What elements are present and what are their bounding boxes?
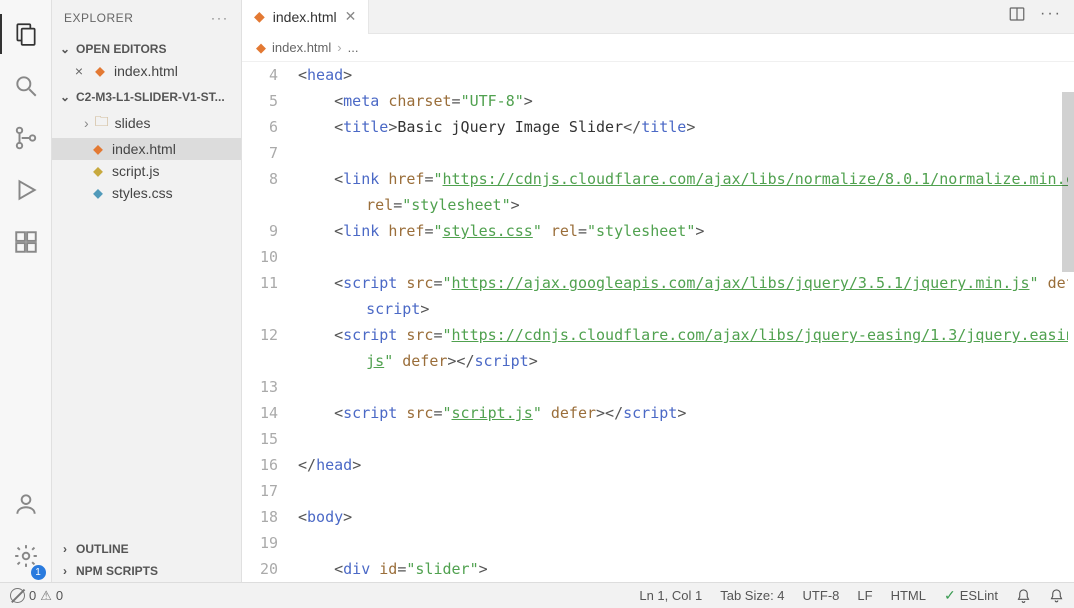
- file-item[interactable]: ◆ styles.css: [52, 182, 241, 204]
- chevron-down-icon: ⌄: [58, 42, 72, 56]
- status-warnings-count: 0: [56, 588, 63, 603]
- folder-name: slides: [115, 115, 151, 131]
- status-errors-count: 0: [29, 588, 36, 603]
- search-icon[interactable]: [0, 60, 52, 112]
- open-editors-label: OPEN EDITORS: [76, 42, 166, 56]
- status-language[interactable]: HTML: [891, 588, 926, 603]
- main-area: 1 EXPLORER ··· ⌄ OPEN EDITORS × ◆ index.ht…: [0, 0, 1074, 582]
- open-editors-section: ⌄ OPEN EDITORS × ◆ index.html: [52, 36, 241, 84]
- npm-scripts-label: NPM SCRIPTS: [76, 564, 158, 578]
- breadcrumb-symbol: ...: [348, 40, 359, 55]
- chevron-down-icon: ⌄: [58, 90, 72, 104]
- outline-label: OUTLINE: [76, 542, 129, 556]
- chevron-right-icon: ›: [84, 115, 89, 131]
- html-file-icon: ◆: [254, 8, 265, 25]
- npm-scripts-header[interactable]: › NPM SCRIPTS: [52, 560, 241, 582]
- folder-label: C2-M3-L1-SLIDER-V1-ST...: [76, 90, 225, 104]
- folder-item[interactable]: › 🗀 slides: [52, 108, 241, 138]
- status-eslint[interactable]: ✓ESLint: [944, 587, 998, 604]
- tab-row: ◆ index.html ✕ ···: [242, 0, 1074, 34]
- breadcrumb-separator: ›: [337, 40, 341, 55]
- file-name: index.html: [114, 63, 178, 79]
- file-icon: ◆: [90, 142, 106, 156]
- sidebar-more-icon[interactable]: ···: [211, 11, 229, 25]
- file-name: styles.css: [112, 185, 173, 201]
- file-icon: ◆: [90, 164, 106, 178]
- outline-header[interactable]: › OUTLINE: [52, 538, 241, 560]
- file-name: index.html: [112, 141, 176, 157]
- html-file-icon: ◆: [92, 64, 108, 78]
- file-icon: ◆: [90, 186, 106, 200]
- status-eol[interactable]: LF: [857, 588, 872, 603]
- folder-header[interactable]: ⌄ C2-M3-L1-SLIDER-V1-ST...: [52, 86, 241, 108]
- status-cursor[interactable]: Ln 1, Col 1: [639, 588, 702, 603]
- extensions-icon[interactable]: [0, 216, 52, 268]
- explorer-sidebar: EXPLORER ··· ⌄ OPEN EDITORS × ◆ index.html…: [52, 0, 242, 582]
- code-content[interactable]: <head> <meta charset="UTF-8"> <title>Bas…: [298, 62, 1074, 582]
- run-debug-icon[interactable]: [0, 164, 52, 216]
- tab-label: index.html: [273, 9, 337, 25]
- close-icon[interactable]: ✕: [345, 8, 357, 25]
- breadcrumb-file: index.html: [272, 40, 331, 55]
- line-gutter: 4567891011121314151617181920: [242, 62, 298, 582]
- settings-badge: 1: [31, 565, 46, 580]
- scrollbar-track[interactable]: [1062, 62, 1074, 582]
- open-editors-header[interactable]: ⌄ OPEN EDITORS: [52, 38, 241, 60]
- folder-section: ⌄ C2-M3-L1-SLIDER-V1-ST... › 🗀 slides ◆ inde…: [52, 84, 241, 206]
- status-encoding[interactable]: UTF-8: [803, 588, 840, 603]
- close-icon[interactable]: ×: [72, 63, 86, 79]
- status-bell-icon[interactable]: [1049, 588, 1064, 603]
- status-bar: 0 ⚠ 0 Ln 1, Col 1 Tab Size: 4 UTF-8 LF H…: [0, 582, 1074, 608]
- folder-icon: 🗀: [95, 111, 109, 135]
- status-tab-size[interactable]: Tab Size: 4: [720, 588, 784, 603]
- explorer-icon[interactable]: [0, 8, 52, 60]
- editor-area: ◆ index.html ✕ ··· ◆ index.html › ... 45…: [242, 0, 1074, 582]
- file-name: script.js: [112, 163, 159, 179]
- code-editor[interactable]: 4567891011121314151617181920 <head> <met…: [242, 62, 1074, 582]
- check-icon: ✓: [944, 587, 956, 604]
- error-icon: [10, 588, 25, 603]
- account-icon[interactable]: [0, 478, 52, 530]
- tab-index-html[interactable]: ◆ index.html ✕: [242, 0, 369, 34]
- status-feedback-icon[interactable]: [1016, 588, 1031, 603]
- warning-icon: ⚠: [40, 588, 52, 604]
- breadcrumb[interactable]: ◆ index.html › ...: [242, 34, 1074, 62]
- chevron-right-icon: ›: [58, 564, 72, 578]
- chevron-right-icon: ›: [58, 542, 72, 556]
- more-icon[interactable]: ···: [1040, 5, 1062, 28]
- activity-bar: 1: [0, 0, 52, 582]
- html-file-icon: ◆: [256, 40, 266, 56]
- scrollbar-thumb[interactable]: [1062, 92, 1074, 272]
- settings-gear-icon[interactable]: 1: [0, 530, 52, 582]
- split-editor-icon[interactable]: [1008, 5, 1026, 28]
- sidebar-title: EXPLORER ···: [52, 0, 241, 36]
- source-control-icon[interactable]: [0, 112, 52, 164]
- file-item[interactable]: ◆ script.js: [52, 160, 241, 182]
- status-errors[interactable]: 0 ⚠ 0: [10, 588, 63, 604]
- open-editor-item[interactable]: × ◆ index.html: [52, 60, 241, 82]
- file-item[interactable]: ◆ index.html: [52, 138, 241, 160]
- sidebar-title-label: EXPLORER: [64, 11, 133, 25]
